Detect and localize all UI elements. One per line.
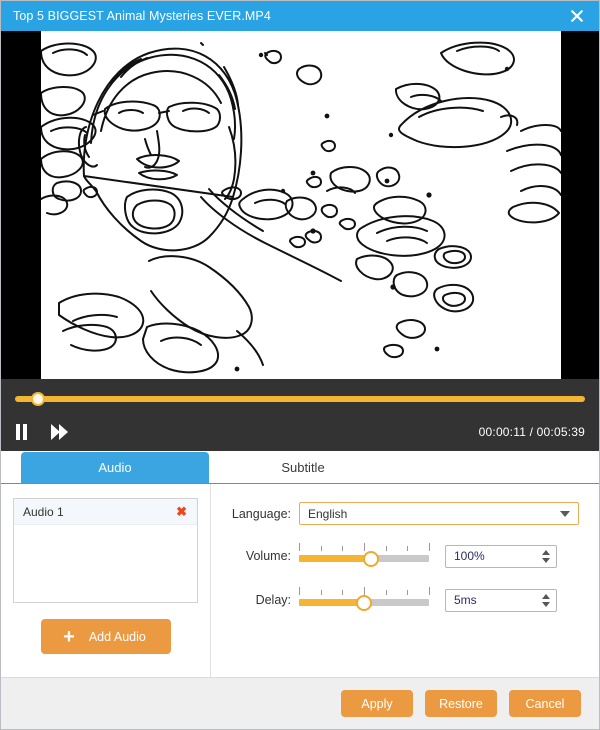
fast-forward-button[interactable] (51, 421, 77, 443)
tab-subtitle[interactable]: Subtitle (209, 452, 397, 483)
video-audio-settings-window: Top 5 BIGGEST Animal Mysteries EVER.MP4 (0, 0, 600, 730)
video-line-art-frame (41, 31, 561, 379)
close-button[interactable] (555, 1, 599, 31)
add-audio-button[interactable]: + Add Audio (40, 619, 171, 654)
apply-button[interactable]: Apply (341, 690, 413, 717)
progress-thumb[interactable] (30, 392, 45, 406)
player-controls: 00:00:11 / 00:05:39 (1, 379, 599, 451)
spinner-down-icon[interactable] (542, 601, 550, 607)
volume-slider-fill (299, 555, 371, 562)
audio-track-label: Audio 1 (23, 504, 64, 519)
audio-track-list[interactable]: Audio 1 ✖ (13, 498, 198, 603)
tab-audio-label: Audio (98, 460, 132, 475)
delay-value: 5ms (454, 593, 477, 607)
tab-subtitle-label: Subtitle (281, 460, 325, 475)
titlebar: Top 5 BIGGEST Animal Mysteries EVER.MP4 (1, 1, 599, 31)
language-label: Language: (231, 506, 291, 521)
footer-bar: Apply Restore Cancel (1, 677, 599, 729)
delay-spinner-arrows[interactable] (542, 593, 550, 607)
spinner-down-icon[interactable] (542, 557, 550, 563)
volume-value: 100% (454, 549, 485, 563)
volume-label: Volume: (245, 549, 291, 563)
language-select[interactable]: English (299, 502, 579, 525)
pause-button[interactable] (15, 421, 41, 443)
restore-button[interactable]: Restore (425, 690, 497, 717)
spinner-up-icon[interactable] (542, 549, 550, 555)
delay-slider-fill (299, 599, 364, 606)
delay-row: Delay: 5ms (227, 587, 579, 613)
video-stage[interactable] (1, 31, 599, 379)
chevron-down-icon (560, 510, 570, 517)
tabs-bar: Audio Subtitle (1, 451, 599, 484)
delay-slider-thumb[interactable] (356, 594, 372, 611)
delay-slider[interactable] (299, 587, 430, 613)
video-frame (41, 31, 561, 379)
audio-settings-panel: Language: English Volume: 100% Delay: 5m… (211, 484, 599, 677)
delay-label: Delay: (255, 593, 291, 607)
progress-slider[interactable] (15, 392, 585, 406)
fast-forward-icon (51, 424, 68, 440)
remove-audio-icon[interactable]: ✖ (174, 505, 189, 518)
pause-icon (16, 424, 27, 440)
spinner-up-icon[interactable] (542, 593, 550, 599)
audio-track-panel: Audio 1 ✖ + Add Audio (1, 484, 211, 677)
volume-slider[interactable] (299, 543, 430, 569)
language-value: English (308, 506, 348, 521)
window-title: Top 5 BIGGEST Animal Mysteries EVER.MP4 (13, 9, 271, 23)
list-item[interactable]: Audio 1 ✖ (14, 499, 197, 525)
volume-slider-ticks (299, 543, 430, 552)
volume-spinner-arrows[interactable] (542, 549, 550, 563)
tab-audio[interactable]: Audio (21, 452, 209, 483)
transport-row: 00:00:11 / 00:05:39 (15, 421, 585, 443)
volume-row: Volume: 100% (227, 543, 579, 569)
volume-stepper[interactable]: 100% (445, 544, 557, 568)
progress-row (15, 391, 585, 407)
cancel-button[interactable]: Cancel (509, 690, 581, 717)
language-row: Language: English (227, 502, 579, 525)
time-display: 00:00:11 / 00:05:39 (478, 425, 585, 439)
add-audio-label: Add Audio (88, 629, 146, 644)
close-icon (571, 10, 583, 22)
delay-stepper[interactable]: 5ms (445, 588, 557, 612)
content-area: Audio 1 ✖ + Add Audio Language: English … (1, 484, 599, 677)
plus-icon: + (63, 625, 75, 648)
volume-slider-thumb[interactable] (362, 550, 379, 567)
